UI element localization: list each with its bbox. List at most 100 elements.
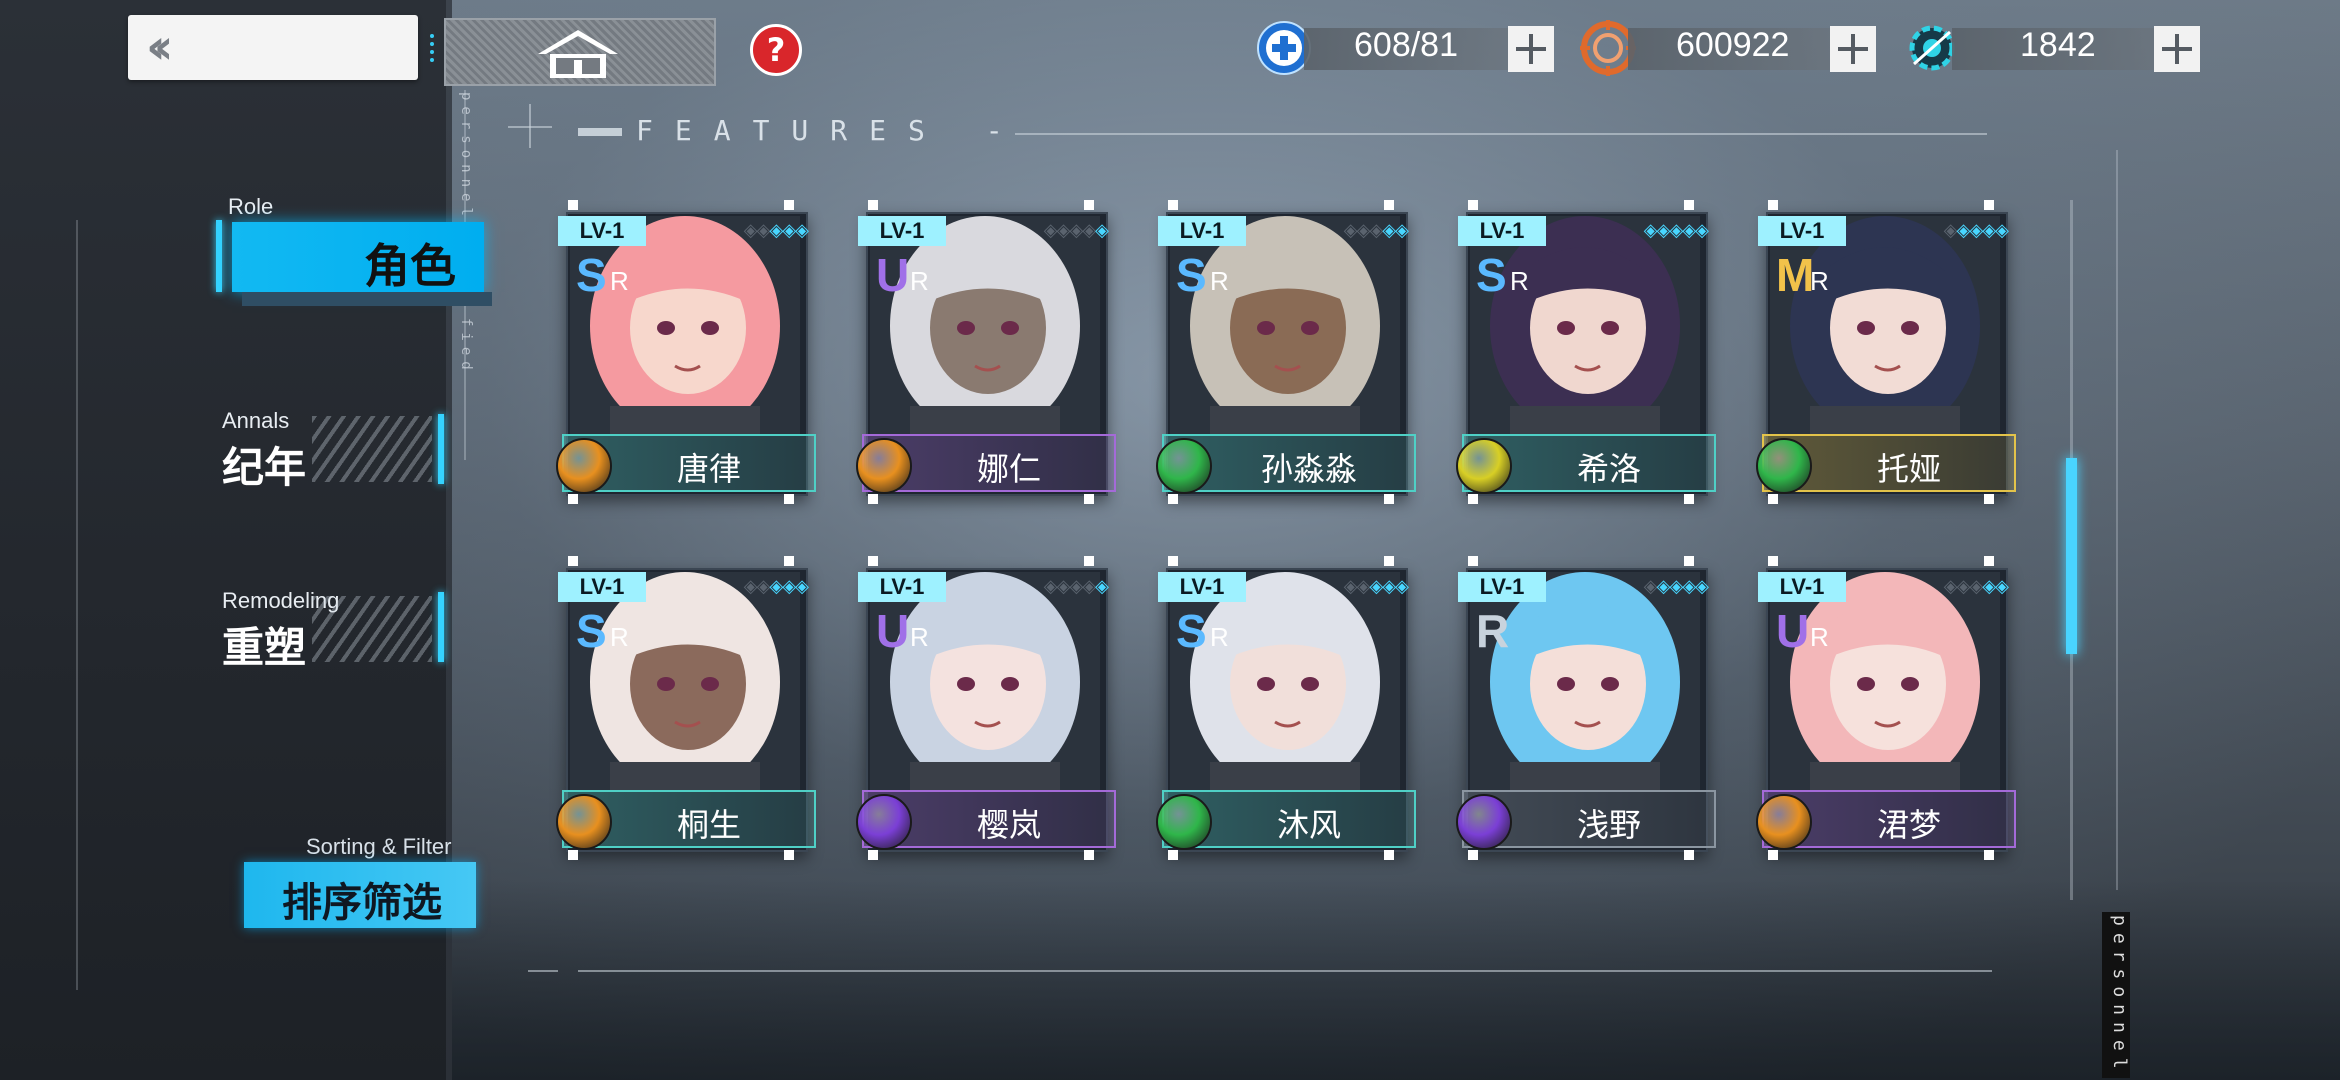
star-rating: ◈◈◈◈◈ bbox=[1566, 572, 1709, 602]
star-icon: ◈ bbox=[756, 576, 771, 597]
frame-corner bbox=[1984, 494, 1994, 504]
frame-corner bbox=[1768, 850, 1778, 860]
character-card[interactable]: LV-1 ◈◈◈◈◈ M R 托娅 bbox=[1756, 200, 2016, 506]
void-element-icon bbox=[1456, 794, 1512, 850]
tab-annals[interactable]: 纪年 bbox=[222, 434, 306, 495]
nature-element-icon bbox=[1756, 438, 1812, 494]
sort-filter-label: 排序筛选 bbox=[282, 880, 442, 926]
rarity-badge: MR bbox=[1776, 249, 1838, 301]
level-badge: LV-1 bbox=[558, 572, 646, 602]
header-line bbox=[1015, 133, 1987, 135]
tab-remodel[interactable]: 重塑 bbox=[222, 614, 306, 675]
rarity-badge: SR bbox=[1176, 249, 1238, 301]
footer-dash bbox=[528, 970, 558, 972]
star-icon: ◈ bbox=[1995, 220, 2009, 241]
star-icon: ◈ bbox=[1356, 220, 1371, 241]
add-crystal-button[interactable] bbox=[2154, 26, 2200, 72]
rarity-suffix: R bbox=[1810, 266, 1829, 296]
rarity-badge: UR bbox=[876, 605, 938, 657]
frame-corner bbox=[868, 850, 878, 860]
rarity-suffix: R bbox=[1210, 266, 1229, 296]
rarity-letter: U bbox=[1776, 605, 1810, 657]
resource-stamina-value: 608/81 bbox=[1354, 26, 1458, 64]
character-card[interactable]: LV-1 ◈◈◈◈◈ U R 娜仁 bbox=[856, 200, 1116, 506]
star-icon: ◈ bbox=[1043, 220, 1058, 241]
star-icon: ◈ bbox=[1369, 576, 1383, 597]
light-element-icon bbox=[1456, 438, 1512, 494]
character-card[interactable]: LV-1 ◈◈◈◈◈ S R 沐风 bbox=[1156, 556, 1416, 862]
add-stamina-button[interactable] bbox=[1508, 26, 1554, 72]
lightning-element-icon bbox=[556, 794, 612, 850]
rarity-badge: R bbox=[1476, 605, 1538, 657]
star-icon: ◈ bbox=[1682, 576, 1696, 597]
home-icon bbox=[538, 30, 618, 78]
star-icon: ◈ bbox=[1343, 576, 1358, 597]
frame-corner bbox=[1768, 556, 1778, 566]
right-rail bbox=[2116, 150, 2118, 890]
star-icon: ◈ bbox=[769, 576, 783, 597]
level-badge: LV-1 bbox=[1758, 216, 1846, 246]
star-icon: ◈ bbox=[1943, 576, 1958, 597]
star-icon: ◈ bbox=[1682, 220, 1696, 241]
void-element-icon bbox=[856, 794, 912, 850]
level-badge: LV-1 bbox=[1458, 572, 1546, 602]
scroll-thumb[interactable] bbox=[2066, 458, 2077, 654]
add-gold-button[interactable] bbox=[1830, 26, 1876, 72]
star-rating: ◈◈◈◈◈ bbox=[966, 572, 1109, 602]
character-card[interactable]: LV-1 ◈◈◈◈◈ R 浅野 bbox=[1456, 556, 1716, 862]
frame-corner bbox=[868, 556, 878, 566]
character-card[interactable]: LV-1 ◈◈◈◈◈ S R 孙淼淼 bbox=[1156, 200, 1416, 506]
vertical-text-top: personnel bbox=[458, 92, 474, 222]
rarity-badge: UR bbox=[1776, 605, 1838, 657]
tab-role-indicator bbox=[216, 220, 222, 292]
star-icon: ◈ bbox=[743, 576, 758, 597]
sort-filter-button[interactable]: 排序筛选 bbox=[244, 862, 476, 928]
frame-corner bbox=[568, 200, 578, 210]
vertical-text-bottom-label: personnel bbox=[2109, 914, 2130, 1076]
star-icon: ◈ bbox=[1382, 220, 1396, 241]
level-badge: LV-1 bbox=[858, 216, 946, 246]
star-icon: ◈ bbox=[1382, 576, 1396, 597]
frame-corner bbox=[1468, 200, 1478, 210]
home-button[interactable] bbox=[444, 18, 716, 86]
character-card[interactable]: LV-1 ◈◈◈◈◈ S R 希洛 bbox=[1456, 200, 1716, 506]
star-icon: ◈ bbox=[1969, 220, 1983, 241]
star-rating: ◈◈◈◈◈ bbox=[1866, 216, 2009, 246]
frame-corner bbox=[868, 494, 878, 504]
character-card[interactable]: LV-1 ◈◈◈◈◈ S R 唐律 bbox=[556, 200, 816, 506]
star-icon: ◈ bbox=[795, 576, 809, 597]
star-icon: ◈ bbox=[1656, 220, 1671, 241]
star-icon: ◈ bbox=[1656, 576, 1671, 597]
star-icon: ◈ bbox=[1982, 576, 1996, 597]
rarity-letter: S bbox=[576, 249, 607, 301]
rarity-suffix: R bbox=[1210, 622, 1229, 652]
character-card[interactable]: LV-1 ◈◈◈◈◈ S R 桐生 bbox=[556, 556, 816, 862]
rarity-suffix: R bbox=[1810, 622, 1829, 652]
character-card[interactable]: LV-1 ◈◈◈◈◈ U R 樱岚 bbox=[856, 556, 1116, 862]
frame-corner bbox=[1468, 850, 1478, 860]
star-rating: ◈◈◈◈◈ bbox=[966, 216, 1109, 246]
tab-annals-indicator bbox=[438, 414, 444, 484]
frame-corner bbox=[1084, 556, 1094, 566]
rarity-suffix: R bbox=[910, 622, 929, 652]
frame-corner bbox=[784, 200, 794, 210]
character-card[interactable]: LV-1 ◈◈◈◈◈ U R 涒梦 bbox=[1756, 556, 2016, 862]
help-button[interactable]: ? bbox=[750, 24, 802, 76]
star-icon: ◈ bbox=[1943, 220, 1958, 241]
star-icon: ◈ bbox=[1056, 576, 1071, 597]
rarity-letter: S bbox=[1476, 249, 1507, 301]
footer-line bbox=[578, 970, 1992, 972]
star-icon: ◈ bbox=[1095, 220, 1109, 241]
rarity-letter: U bbox=[876, 605, 910, 657]
back-button[interactable]: ‹‹ bbox=[128, 15, 418, 80]
frame-corner bbox=[1084, 494, 1094, 504]
double-chevron-left-icon: ‹‹ bbox=[146, 19, 173, 75]
rarity-badge: SR bbox=[1476, 249, 1538, 301]
question-icon: ? bbox=[766, 31, 786, 69]
tab-role[interactable]: 角色 bbox=[232, 222, 492, 306]
star-icon: ◈ bbox=[782, 576, 796, 597]
frame-corner bbox=[1084, 850, 1094, 860]
resource-gold: 600922 bbox=[1580, 20, 1880, 76]
tab-annals-en: Annals bbox=[222, 408, 290, 433]
rarity-suffix: R bbox=[610, 622, 629, 652]
